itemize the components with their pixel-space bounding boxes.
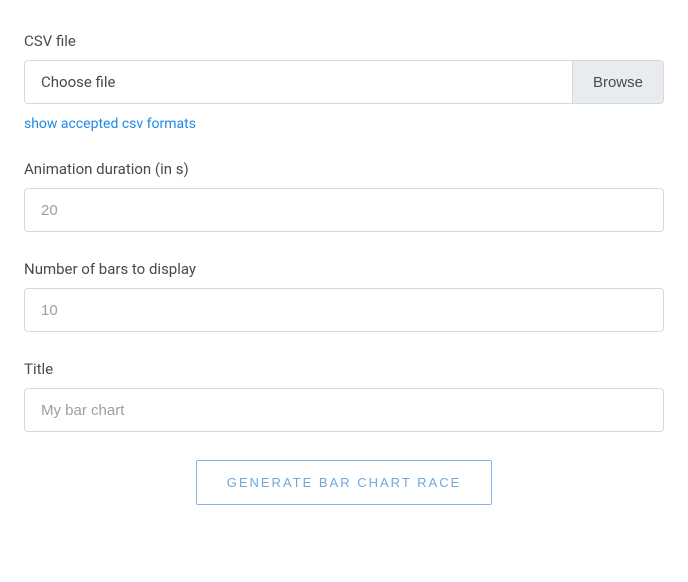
generate-button[interactable]: Generate bar chart race <box>196 460 493 505</box>
title-label: Title <box>24 360 664 378</box>
number-of-bars-input[interactable] <box>24 288 664 332</box>
csv-file-label: CSV file <box>24 32 664 50</box>
title-input[interactable] <box>24 388 664 432</box>
animation-duration-label: Animation duration (in s) <box>24 160 664 178</box>
csv-file-input-wrapper[interactable]: Choose file Browse <box>24 60 664 104</box>
csv-formats-link[interactable]: show accepted csv formats <box>24 116 196 132</box>
csv-file-text[interactable]: Choose file <box>25 61 572 103</box>
animation-duration-input[interactable] <box>24 188 664 232</box>
browse-button[interactable]: Browse <box>572 61 663 103</box>
number-of-bars-label: Number of bars to display <box>24 260 664 278</box>
